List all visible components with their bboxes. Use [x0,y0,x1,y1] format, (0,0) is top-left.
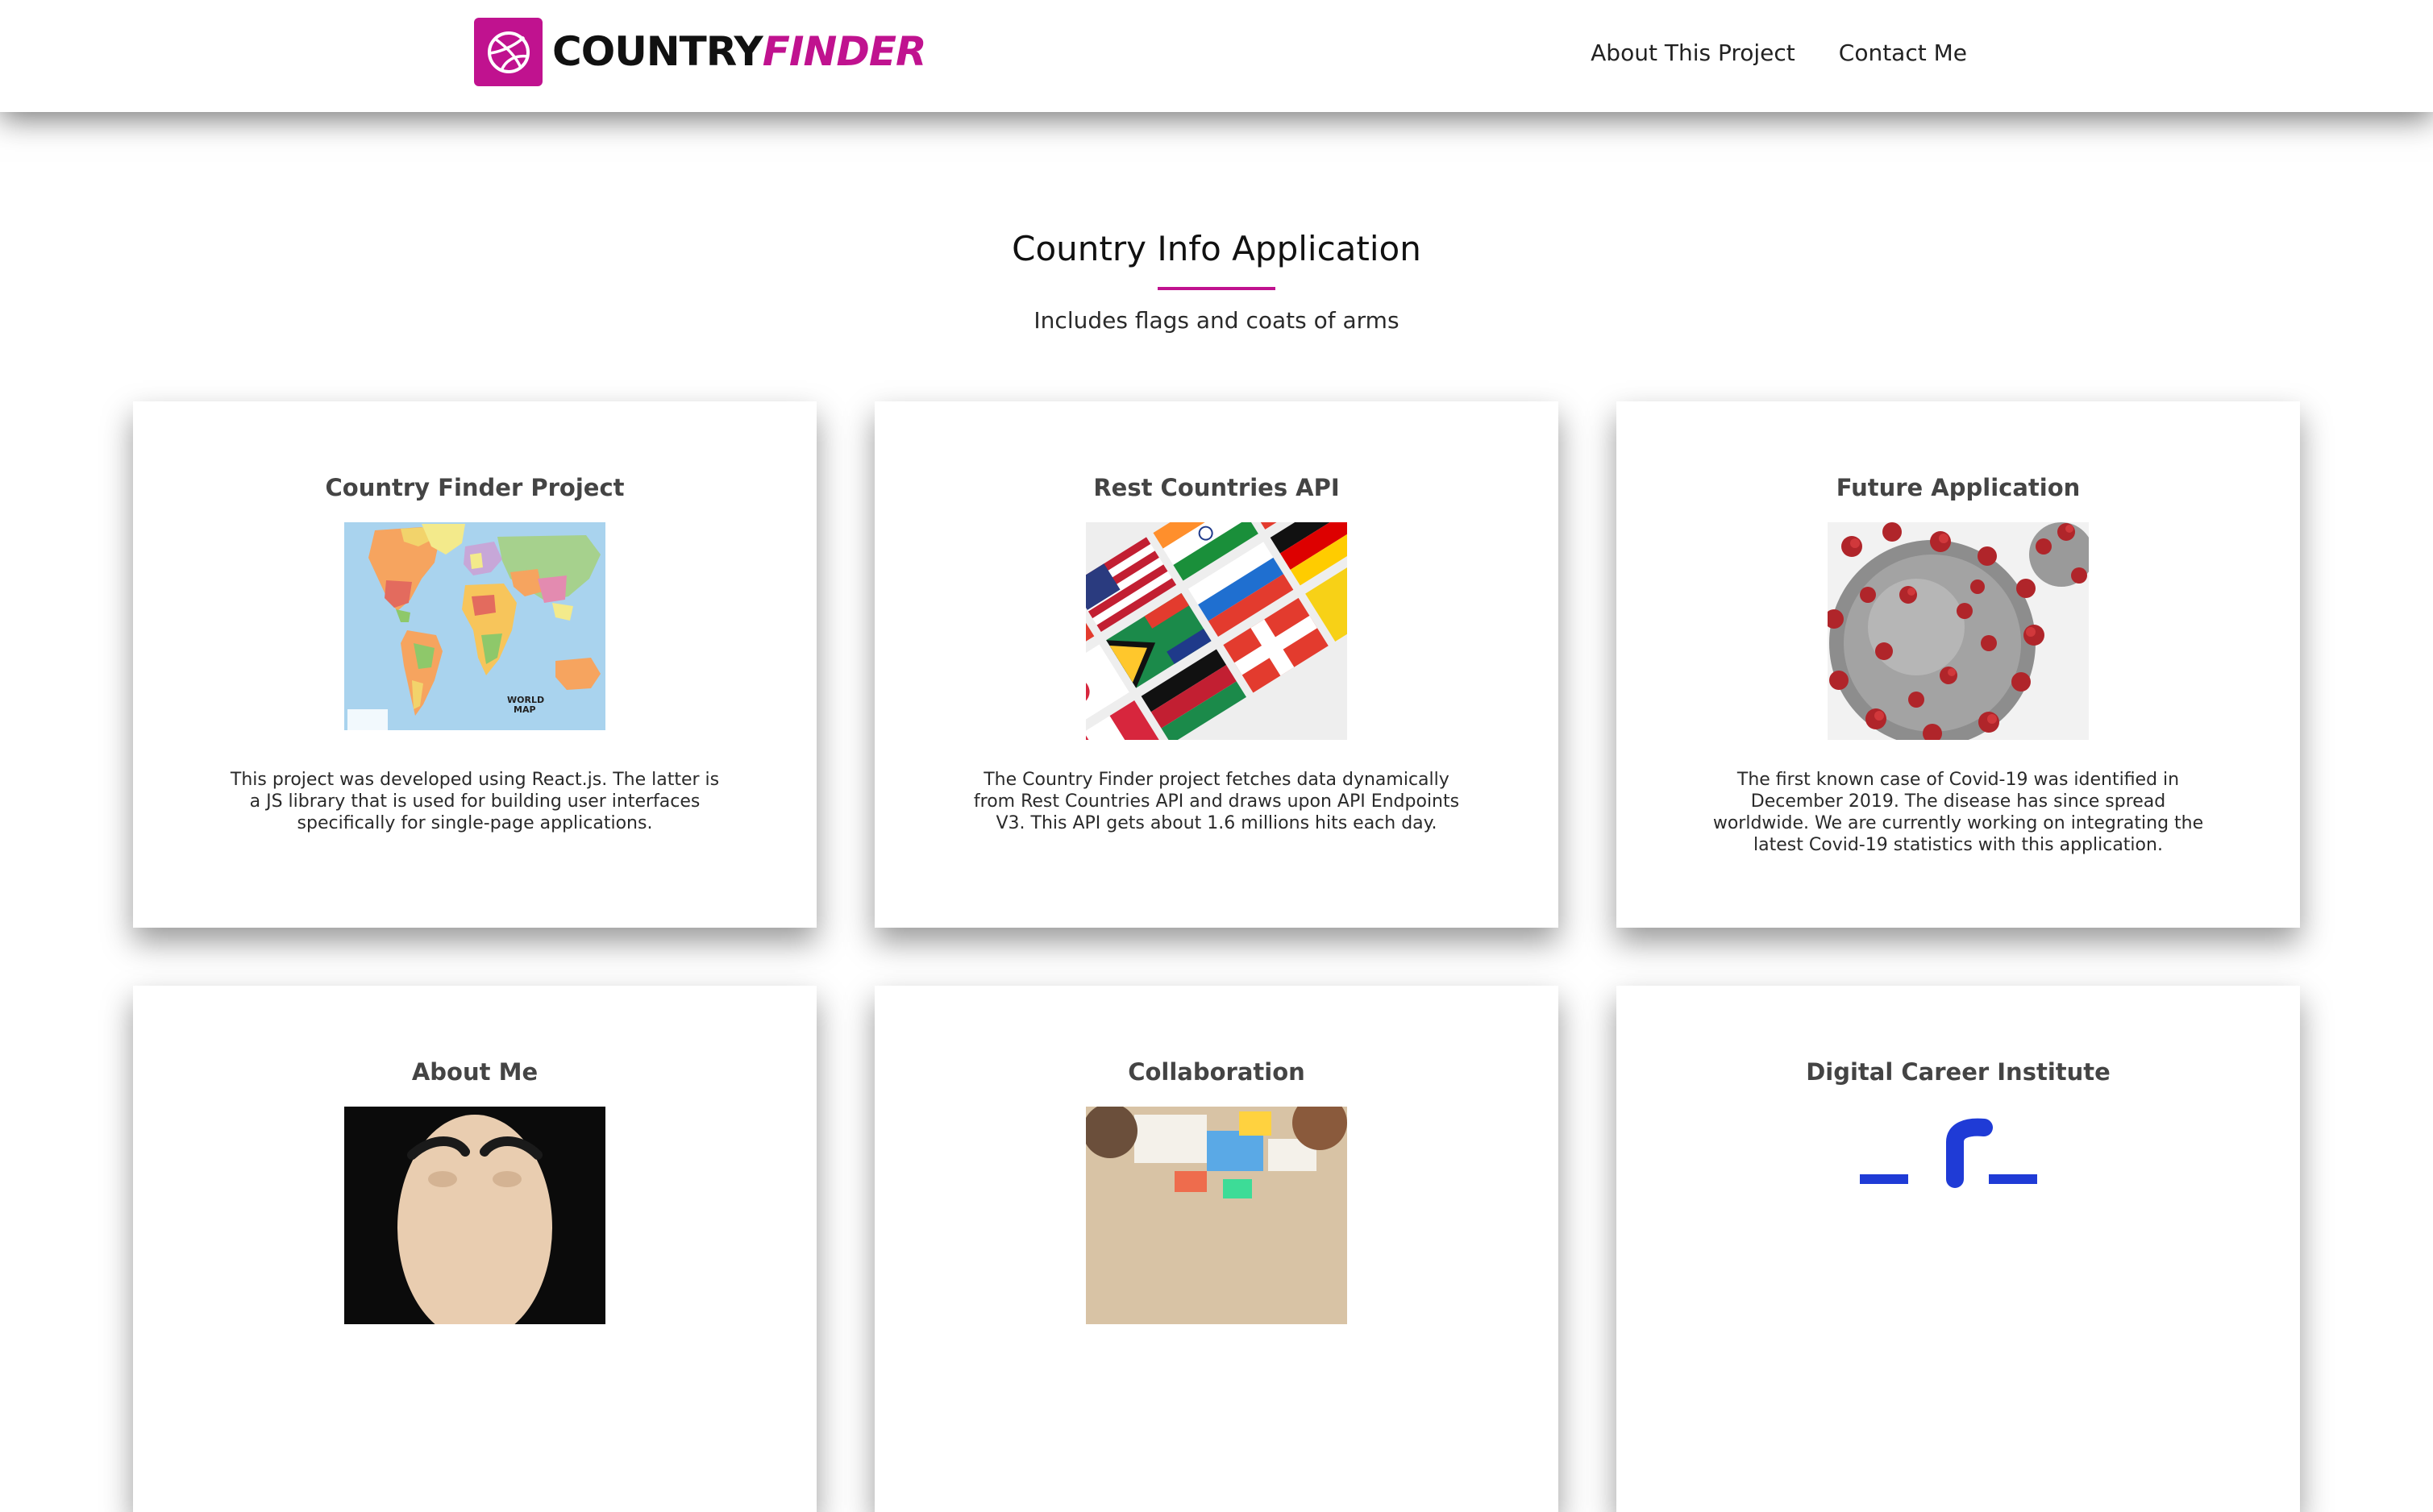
card-title: Country Finder Project [325,474,625,501]
mask-portrait-image [344,1107,605,1324]
card-title: Digital Career Institute [1806,1058,2111,1086]
card-title: Rest Countries API [1093,474,1340,501]
logo[interactable]: COUNTRYFINDER [474,18,926,86]
card-about-me[interactable]: About Me [133,986,817,1512]
coronavirus-image [1828,522,2089,740]
card-description: This project was developed using React.j… [230,770,720,833]
logo-word-country: COUNTRY [552,28,763,75]
card-rest-countries-api[interactable]: Rest Countries API The Country Finder pr… [875,401,1558,928]
svg-text:MAP: MAP [514,704,536,715]
world-flags-image [1086,522,1347,740]
logo-wordmark: COUNTRYFINDER [552,18,926,86]
card-title: About Me [411,1058,539,1086]
dci-logo-image [1828,1107,2089,1324]
main-nav: About This Project Contact Me [1591,35,1967,71]
dribbble-ball-icon [474,18,543,86]
card-title: Collaboration [1128,1058,1305,1086]
card-digital-career-institute[interactable]: Digital Career Institute [1616,986,2300,1512]
world-map-image: WORLD MAP [344,522,605,740]
site-header: COUNTRYFINDER About This Project Contact… [0,0,2433,112]
team-collaboration-image [1086,1107,1347,1324]
nav-contact-me[interactable]: Contact Me [1839,35,1967,71]
nav-about-project[interactable]: About This Project [1591,35,1795,71]
hero-section: Country Info Application Includes flags … [0,222,2433,337]
card-title: Future Application [1836,474,2081,501]
card-description: The Country Finder project fetches data … [973,770,1460,833]
title-underline [1158,287,1275,290]
logo-word-finder: FINDER [762,28,927,75]
card-collaboration[interactable]: Collaboration [875,986,1558,1512]
card-description: The first known case of Covid-19 was ide… [1712,770,2204,855]
card-future-application[interactable]: Future Application The first known case … [1616,401,2300,928]
card-country-finder-project[interactable]: Country Finder Project WORLD MAP This pr… [133,401,817,928]
page-subtitle: Includes flags and coats of arms [1034,307,1399,334]
page-title: Country Info Application [1012,229,1421,268]
